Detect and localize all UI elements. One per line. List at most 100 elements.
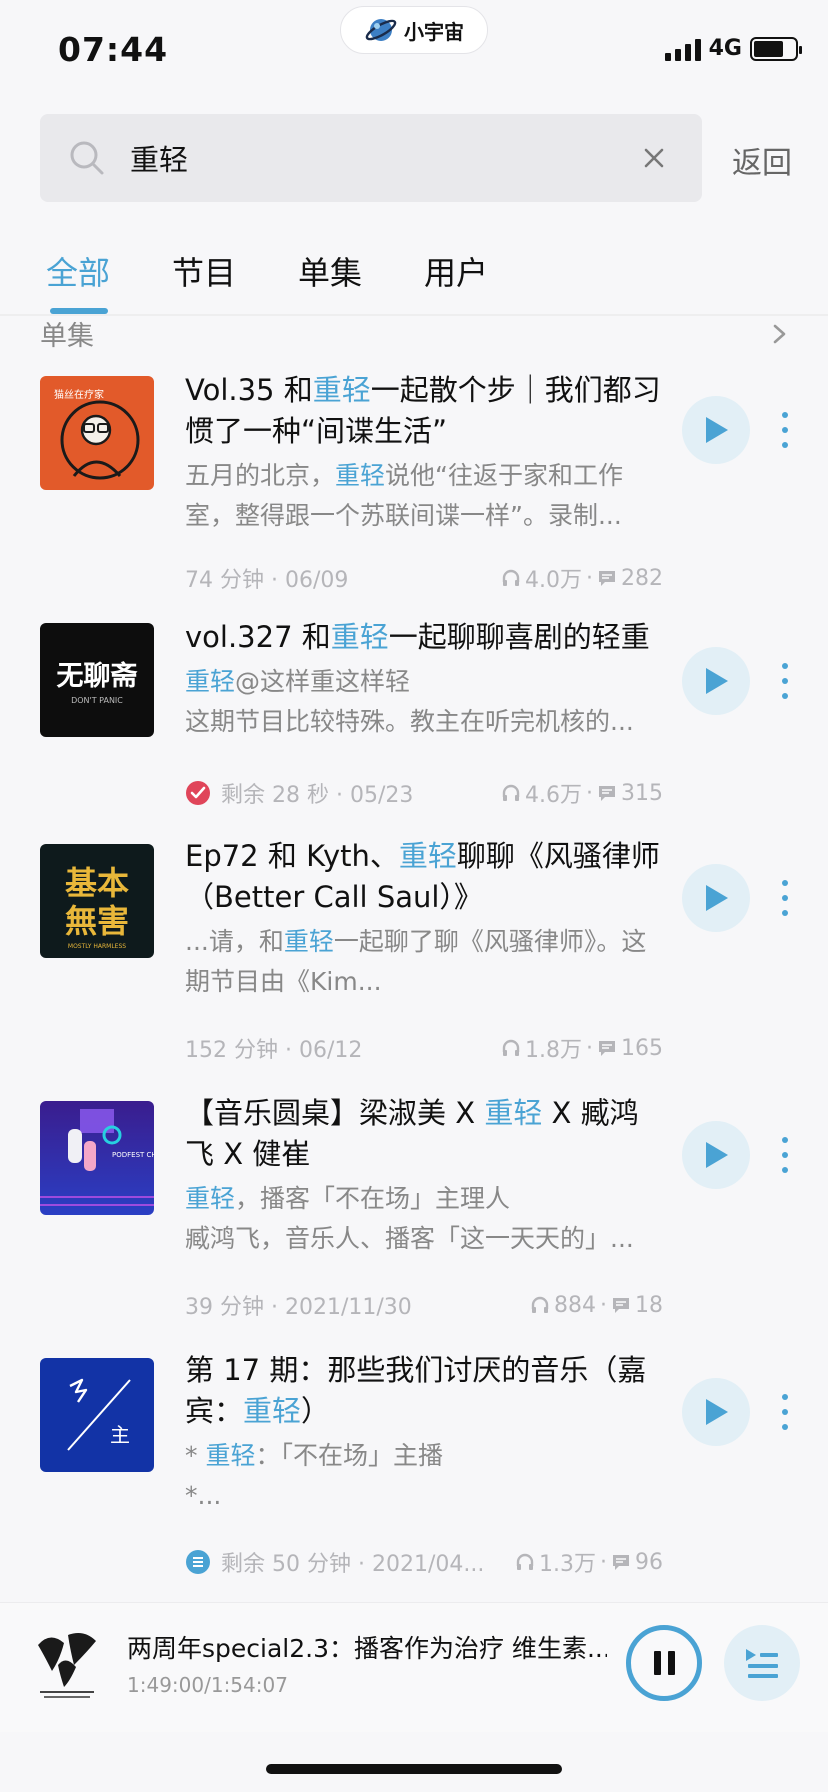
comment-count: 96 <box>635 1549 663 1575</box>
title-highlight: 重轻 <box>312 373 371 407</box>
desc-text: ：「不在场」主播 <box>255 1441 443 1470</box>
list-item[interactable]: 猫丝在疗家 Vol.35 和重轻一起散个步｜我们都习惯了一种“间谍生活” 五月的… <box>0 370 828 627</box>
meta-separator: · <box>586 565 593 591</box>
episode-description: 这期节目比较特殊。教主在听完机核的... <box>185 707 634 736</box>
play-button[interactable] <box>682 864 750 932</box>
episode-cover[interactable]: 基本 無害 MOSTLY HARMLESS <box>40 844 154 958</box>
search-icon <box>70 141 104 175</box>
cover-text: 无聊斋 <box>57 660 139 692</box>
episode-cover[interactable]: PODFEST CHINA <box>40 1101 154 1215</box>
episode-author: 重轻@这样重这样轻 <box>185 662 665 702</box>
comment-icon <box>599 1041 615 1056</box>
play-button[interactable] <box>682 1378 750 1446</box>
episode-title[interactable]: Vol.35 和重轻一起散个步｜我们都习惯了一种“间谍生活” <box>185 370 665 452</box>
search-query[interactable]: 重轻 <box>130 137 642 179</box>
pause-icon <box>653 1651 661 1675</box>
status-bar: 07:44 小宇宙 4G <box>0 0 828 100</box>
duration-date: 74 分钟 · 06/09 <box>185 568 349 593</box>
now-playing-time: 1:49:00/1:54:07 <box>127 1673 288 1697</box>
episode-title[interactable]: vol.327 和重轻一起聊聊喜剧的轻重 <box>185 617 665 658</box>
play-button[interactable] <box>682 396 750 464</box>
title-text: vol.327 和 <box>185 620 331 654</box>
episode-description-more: *... <box>185 1481 222 1510</box>
mini-player[interactable]: 两周年special2.3：播客作为治疗 维生素... 1:49:00/1:54… <box>0 1602 828 1732</box>
title-text: 一起聊聊喜剧的轻重 <box>388 620 650 654</box>
more-options-icon[interactable] <box>778 412 792 448</box>
title-text: 【音乐圆桌】梁淑美 X <box>185 1096 485 1130</box>
episode-description: ...请，和重轻一起聊了聊《风骚律师》。这期节目由《Kim... <box>185 922 665 1002</box>
tab-bar: 全部 节目 单集 用户 <box>46 248 488 314</box>
desc-highlight: 重轻 <box>185 667 236 696</box>
episode-list: 猫丝在疗家 Vol.35 和重轻一起散个步｜我们都习惯了一种“间谍生活” 五月的… <box>0 370 828 1655</box>
play-button[interactable] <box>682 647 750 715</box>
title-highlight: 重轻 <box>484 1096 543 1130</box>
in-progress-icon <box>186 1550 210 1574</box>
cover-subtext: MOSTLY HARMLESS <box>68 943 126 950</box>
cover-subtext: DON'T PANIC <box>71 696 123 705</box>
comment-count: 282 <box>621 565 663 591</box>
title-highlight: 重轻 <box>243 1394 302 1428</box>
play-button[interactable] <box>682 1121 750 1189</box>
desc-text: ，播客「不在场」主理人 <box>235 1184 511 1213</box>
episode-meta: 剩余 28 秒 · 05/23 4.6万 · 315 <box>185 777 663 809</box>
comment-icon <box>599 571 615 586</box>
headphones-icon <box>502 1039 520 1056</box>
remaining-date: 剩余 28 秒 · 05/23 <box>221 783 414 808</box>
episode-title[interactable]: 【音乐圆桌】梁淑美 X 重轻 X 臧鸿飞 X 健崔 <box>185 1093 665 1175</box>
cover-text: 主 <box>110 1423 130 1447</box>
meta-separator: · <box>600 1549 607 1575</box>
meta-separator: · <box>600 1292 607 1318</box>
episode-meta: 39 分钟 · 2021/11/30 884 · 18 <box>185 1289 663 1321</box>
app-name: 小宇宙 <box>404 19 464 44</box>
more-options-icon[interactable] <box>778 1137 792 1173</box>
network-type: 4G <box>708 36 742 61</box>
status-time: 07:44 <box>58 30 169 69</box>
tab-programs[interactable]: 节目 <box>172 248 236 312</box>
tab-users[interactable]: 用户 <box>424 248 488 312</box>
back-button[interactable]: 返回 <box>732 138 792 182</box>
desc-highlight: 重轻 <box>205 1441 256 1470</box>
search-input[interactable]: 重轻 <box>40 114 702 202</box>
tab-all[interactable]: 全部 <box>46 248 110 314</box>
desc-highlight: 重轻 <box>335 461 386 490</box>
comment-count: 315 <box>621 780 663 806</box>
cover-text: 無害 <box>65 902 129 940</box>
episode-description: 五月的北京，重轻说他“往返于家和工作室，整得跟一个苏联间谍一样”。录制... <box>185 456 665 536</box>
episode-title[interactable]: Ep72 和 Kyth、重轻聊聊《风骚律师（Better Call Saul）》 <box>185 836 665 918</box>
now-playing-title[interactable]: 两周年special2.3：播客作为治疗 维生素... <box>127 1629 607 1665</box>
episode-cover[interactable]: 无聊斋 DON'T PANIC <box>40 623 154 737</box>
episode-title[interactable]: 第 17 期：那些我们讨厌的音乐（嘉宾：重轻） <box>185 1350 665 1432</box>
meta-separator: · <box>586 1035 593 1061</box>
listen-count: 4.6万 <box>525 783 582 808</box>
chevron-right-icon[interactable] <box>772 323 788 345</box>
more-options-icon[interactable] <box>778 1394 792 1430</box>
headphones-icon <box>516 1553 534 1570</box>
pause-button[interactable] <box>626 1625 702 1701</box>
title-text: Vol.35 和 <box>185 373 313 407</box>
episode-author: 重轻，播客「不在场」主理人 <box>185 1179 665 1219</box>
battery-icon <box>750 36 802 61</box>
tab-episodes[interactable]: 单集 <box>298 248 362 312</box>
duration-date: 39 分钟 · 2021/11/30 <box>185 1295 412 1320</box>
status-indicators: 4G <box>664 36 802 61</box>
play-icon <box>706 417 728 443</box>
home-indicator[interactable] <box>266 1764 562 1774</box>
now-playing-cover[interactable] <box>30 1625 104 1705</box>
episode-cover[interactable]: 主 <box>40 1358 154 1472</box>
more-options-icon[interactable] <box>778 880 792 916</box>
more-options-icon[interactable] <box>778 663 792 699</box>
playlist-button[interactable] <box>724 1625 800 1701</box>
app-indicator-pill[interactable]: 小宇宙 <box>340 6 488 54</box>
episode-description: * 重轻：「不在场」主播 <box>185 1436 665 1476</box>
episode-meta: 152 分钟 · 06/12 1.8万 · 165 <box>185 1032 663 1064</box>
play-icon <box>706 885 728 911</box>
headphones-icon <box>502 569 520 586</box>
episode-cover[interactable]: 猫丝在疗家 <box>40 376 154 490</box>
play-icon <box>706 1399 728 1425</box>
comment-count: 18 <box>635 1292 663 1318</box>
desc-text: ...请，和 <box>185 927 284 956</box>
section-header-episodes[interactable]: 单集 <box>40 314 788 353</box>
remaining-date: 剩余 50 分钟 · 2021/04... <box>221 1552 485 1577</box>
episode-description: 臧鸿飞，音乐人、播客「这一天天的」... <box>185 1224 634 1253</box>
clear-icon[interactable] <box>642 146 666 170</box>
